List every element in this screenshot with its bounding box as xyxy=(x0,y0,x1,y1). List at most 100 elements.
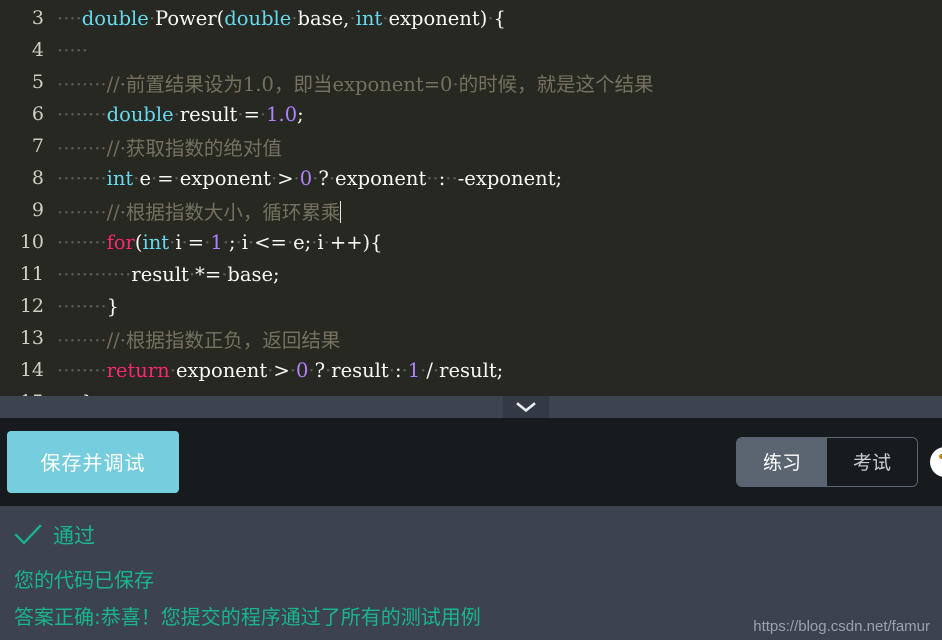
code-token: base; xyxy=(227,262,280,286)
mode-button-exam[interactable]: 考试 xyxy=(827,437,917,486)
code-exercise-screen: 3 ····double·Power(double·base,·int·expon… xyxy=(0,0,942,640)
avatar[interactable] xyxy=(930,446,942,477)
code-line-content[interactable]: ········} xyxy=(44,295,119,318)
scrollbar-thumb[interactable] xyxy=(0,396,503,419)
code-line[interactable]: 14 ········return·exponent·>·0·?·result·:… xyxy=(0,354,942,386)
code-line-content[interactable]: ········double·result·=·1.0; xyxy=(44,103,304,126)
code-token: -exponent; xyxy=(457,166,563,190)
code-token: e xyxy=(139,166,151,190)
text-caret xyxy=(340,200,342,223)
code-token: ········ xyxy=(57,294,107,318)
code-token: 1 xyxy=(210,230,223,254)
code-token: ·· xyxy=(445,166,458,190)
code-line-content[interactable]: ········return·exponent·>·0·?·result·:·1… xyxy=(44,359,503,382)
code-token: ; xyxy=(228,230,236,254)
code-token: int xyxy=(142,230,170,254)
code-token: result xyxy=(131,262,189,286)
code-line-content[interactable]: ········for(int·i·=·1·;·i·<=·e;·i·++){ xyxy=(44,231,383,254)
toolbar-right-group: 练习 考试 xyxy=(736,436,942,487)
code-line[interactable]: 5 ········//·前置结果设为1.0，即当exponent=0·的时候，就… xyxy=(0,66,942,98)
line-number: 13 xyxy=(19,327,44,349)
editor-toolbar: 保存并调试 练习 考试 xyxy=(0,417,942,506)
code-token: double xyxy=(224,6,292,30)
code-token: *= xyxy=(195,262,222,286)
code-token: ++){ xyxy=(329,230,383,254)
code-token: //·根据指数大小，循环累乘 xyxy=(106,200,341,224)
code-token: ···· xyxy=(57,6,82,30)
code-line-content[interactable]: ············result·*=·base; xyxy=(44,263,280,286)
code-token: } xyxy=(106,294,120,318)
code-token: 0 xyxy=(299,166,313,190)
code-line[interactable]: 9 ········//·根据指数大小，循环累乘 xyxy=(0,194,942,226)
code-token: for xyxy=(106,230,135,254)
code-token: //·前置结果设为1.0，即当exponent=0 xyxy=(106,72,453,96)
code-line[interactable]: 11 ············result·*=·base; xyxy=(0,258,942,290)
code-token: ········ xyxy=(57,358,107,382)
line-number: 14 xyxy=(19,359,44,381)
code-token: ? xyxy=(314,358,326,382)
code-token: > xyxy=(277,166,294,190)
code-token: ····· xyxy=(57,38,88,62)
editor-horizontal-scrollbar[interactable] xyxy=(0,396,942,419)
line-number: 8 xyxy=(31,167,44,189)
code-token: { xyxy=(493,6,506,30)
line-number: 11 xyxy=(19,263,44,285)
code-line-content[interactable]: ········//·前置结果设为1.0，即当exponent=0·的时候，就是… xyxy=(44,68,654,97)
code-line[interactable]: 6 ········double·result·=·1.0; xyxy=(0,98,942,130)
collapse-editor-button[interactable] xyxy=(503,396,549,419)
code-token: 1.0 xyxy=(266,102,298,126)
code-token: ; xyxy=(297,102,304,126)
code-line-content[interactable]: ········//·根据指数大小，循环累乘 xyxy=(44,196,342,225)
line-number: 10 xyxy=(19,231,44,253)
code-token: 0 xyxy=(295,358,309,382)
code-line-content[interactable]: ········int·e·=·exponent·>·0·?·exponent·… xyxy=(44,167,562,190)
code-token: ········ xyxy=(57,166,107,190)
code-line-content[interactable]: ····· xyxy=(44,39,88,62)
code-token: = xyxy=(187,230,205,254)
code-token: return xyxy=(106,358,170,382)
code-token: exponent xyxy=(335,166,427,190)
code-line-content[interactable]: ····double·Power(double·base,·int·expone… xyxy=(44,7,506,30)
status-result-label: 通过 xyxy=(53,524,95,548)
line-number: 3 xyxy=(31,7,44,29)
code-token: int xyxy=(355,6,383,30)
submission-status-panel: 通过 您的代码已保存 答案正确:恭喜！您提交的程序通过了所有的测试用例 http… xyxy=(0,506,942,640)
code-line[interactable]: 7 ········//·获取指数的绝对值 xyxy=(0,130,942,162)
code-token: double xyxy=(106,102,174,126)
code-token: double xyxy=(81,6,149,30)
code-token: ············ xyxy=(57,262,132,286)
code-token: ········ xyxy=(57,230,107,254)
code-line[interactable]: 15····} xyxy=(0,386,942,397)
code-token: Power( xyxy=(155,6,225,30)
mode-button-practice[interactable]: 练习 xyxy=(737,437,827,486)
mode-toggle-group[interactable]: 练习 考试 xyxy=(736,436,918,487)
save-and-debug-button[interactable]: 保存并调试 xyxy=(7,430,179,493)
line-number: 5 xyxy=(31,71,44,93)
status-badge: 通过 xyxy=(14,520,942,550)
code-line[interactable]: 4 ····· xyxy=(0,34,942,66)
status-message-saved: 您的代码已保存 xyxy=(14,568,154,592)
chevron-down-icon xyxy=(515,401,537,413)
check-icon xyxy=(14,524,42,546)
code-token: int xyxy=(106,166,134,190)
code-line-content[interactable]: ········//·根据指数正负，返回结果 xyxy=(44,324,340,353)
code-token: : xyxy=(394,358,402,382)
code-token: //·根据指数正负，返回结果 xyxy=(106,328,341,352)
code-token: = xyxy=(157,166,174,190)
code-line[interactable]: 8 ········int·e·=·exponent·>·0·?·exponent… xyxy=(0,162,942,194)
code-token: ········ xyxy=(57,102,107,126)
code-editor[interactable]: 3 ····double·Power(double·base,·int·expon… xyxy=(0,0,942,397)
code-token: ·· xyxy=(426,166,439,190)
code-line-content[interactable]: ········//·获取指数的绝对值 xyxy=(44,132,282,161)
code-line[interactable]: 3 ····double·Power(double·base,·int·expon… xyxy=(0,2,942,34)
line-number: 12 xyxy=(19,295,44,317)
code-token: = xyxy=(243,102,260,126)
code-line[interactable]: 10 ········for(int·i·=·1·;·i·<=·e;·i·++){ xyxy=(0,226,942,258)
code-token: result xyxy=(331,358,389,382)
code-token: ········ xyxy=(57,72,107,96)
code-line[interactable]: 13 ········//·根据指数正负，返回结果 xyxy=(0,322,942,354)
code-token: exponent xyxy=(179,166,271,190)
code-token: result xyxy=(179,102,238,126)
code-line[interactable]: 12 ········} xyxy=(0,290,942,322)
code-token: ········ xyxy=(57,200,107,224)
